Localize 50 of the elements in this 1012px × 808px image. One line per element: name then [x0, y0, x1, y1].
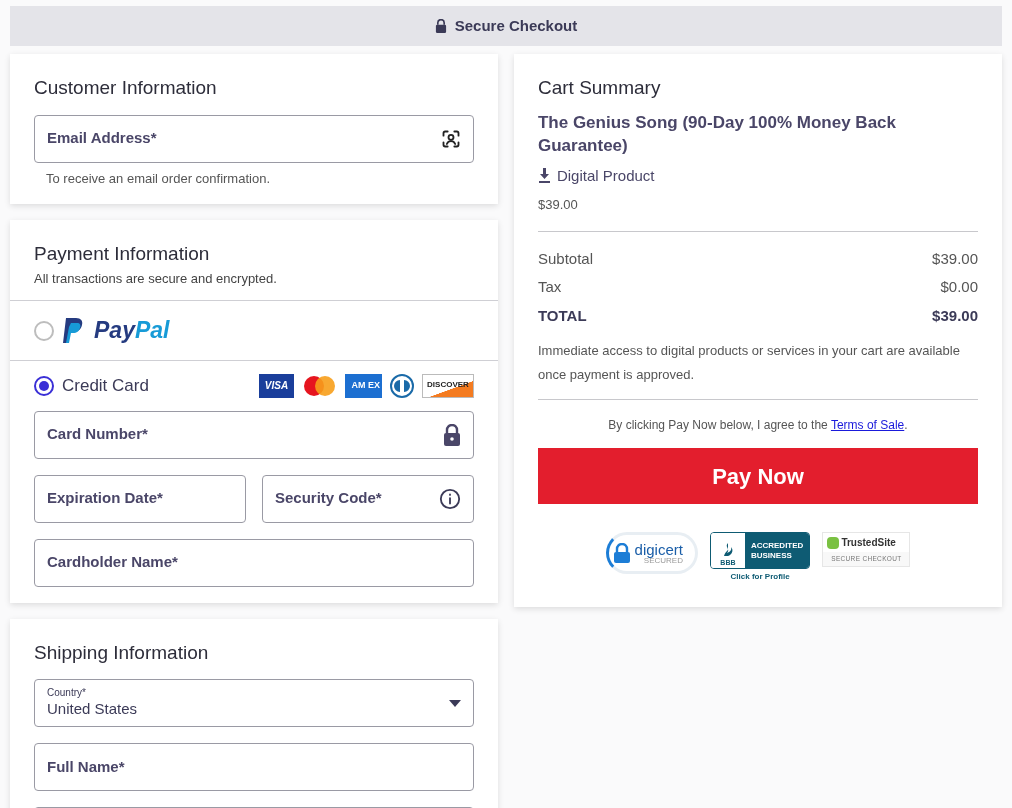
info-icon	[438, 487, 461, 510]
field-label: Cardholder Name*	[47, 552, 178, 573]
radio-button[interactable]	[34, 320, 54, 341]
hint-text: To receive an email order confirmation.	[46, 169, 271, 188]
summary-value: $39.00	[932, 305, 978, 326]
field-label: Email Address*	[47, 128, 157, 149]
summary-label: TOTAL	[537, 305, 587, 326]
product-price: $39.00	[537, 196, 579, 214]
summary-value: $0.00	[940, 277, 978, 297]
pay-now-button[interactable]: Pay Now	[537, 448, 978, 504]
input-field[interactable]: Cardholder Name*	[34, 538, 474, 587]
amex-logo: AM EX	[344, 373, 382, 398]
input-field[interactable]: Security Code*	[261, 474, 474, 523]
product-type: Digital Product	[556, 165, 655, 186]
input-field[interactable]: Full Name*	[34, 743, 474, 791]
caret-icon	[448, 699, 461, 707]
field-label: Security Code*	[274, 488, 382, 509]
field-label: Card Number*	[47, 424, 148, 445]
field-label: Expiration Date*	[47, 488, 163, 509]
terms-notice: By clicking Pay Now below, I agree to the Terms of Sale.	[608, 418, 908, 432]
lock-icon	[434, 19, 447, 33]
section-title: Payment Information	[34, 242, 211, 266]
summary-label: Tax	[537, 277, 562, 297]
field-label: Full Name*	[47, 756, 125, 777]
download-icon	[537, 168, 551, 184]
header-title: Secure Checkout	[454, 15, 578, 36]
visa-logo: VISA	[258, 373, 294, 398]
field-label: Country*	[47, 687, 87, 700]
section-title: Customer Information	[34, 76, 218, 100]
radio-label: Credit Card	[62, 375, 149, 397]
input-field[interactable]: Email Address*	[34, 114, 474, 163]
select-value: United States	[47, 699, 138, 719]
access-note: Immediate access to digital products or services in your cart are available once payment is approved.	[537, 342, 961, 384]
person-scan-icon	[440, 128, 461, 149]
input-field[interactable]: Card Number*	[34, 410, 474, 459]
discover-logo: DISCOVER	[421, 373, 474, 398]
paypal-logo: PayPal	[94, 316, 170, 346]
subtitle: All transactions are secure and encrypted.	[34, 269, 278, 288]
summary-value: $39.00	[932, 248, 978, 269]
summary-label: Subtotal	[537, 248, 593, 269]
product-name: The Genius Song (90-Day 100% Money Back Guarantee)	[537, 111, 897, 157]
section-title: Shipping Information	[34, 640, 210, 665]
input-field[interactable]: Expiration Date*	[34, 474, 246, 523]
lock-icon	[442, 423, 461, 446]
digicert-badge: digicert SECURED	[605, 532, 698, 574]
diners-logo	[389, 373, 414, 398]
mastercard-logo	[301, 374, 337, 397]
section-title: Cart Summary	[537, 76, 662, 100]
radio-button[interactable]	[34, 375, 54, 396]
country-select[interactable]: Country* United States	[34, 679, 474, 727]
